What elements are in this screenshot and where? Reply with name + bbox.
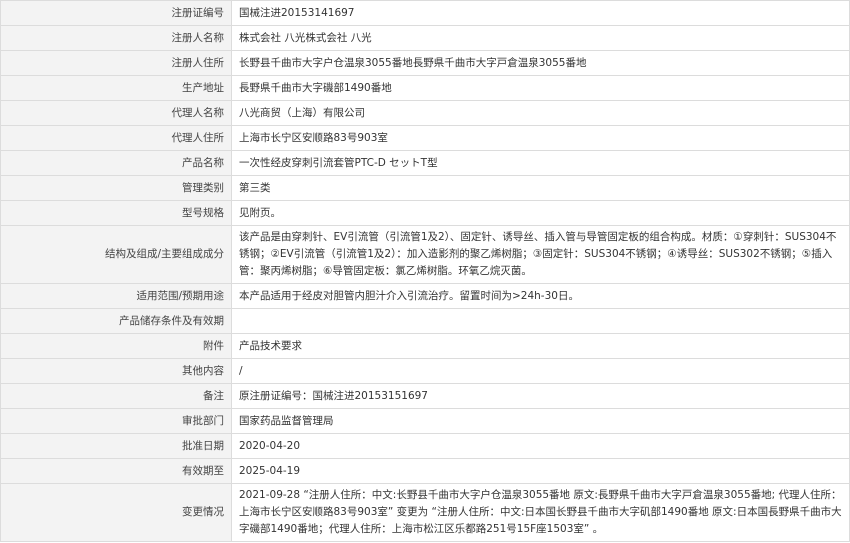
field-label: 代理人住所 <box>0 125 232 151</box>
row-other-content: 其他内容 / <box>0 358 850 384</box>
field-label: 结构及组成/主要组成成分 <box>0 225 232 284</box>
field-value: 八光商贸（上海）有限公司 <box>231 100 850 126</box>
field-value: 原注册证编号：国械注进20153151697 <box>231 383 850 409</box>
row-attachment: 附件 产品技术要求 <box>0 333 850 359</box>
row-structure-composition: 结构及组成/主要组成成分 该产品是由穿刺针、EV引流管（引流管1及2）、固定针、… <box>0 225 850 284</box>
field-value: 2021-09-28 “注册人住所：中文:长野县千曲市大字户仓温泉3055番地 … <box>231 483 850 542</box>
field-value: 上海市长宁区安顺路83号903室 <box>231 125 850 151</box>
field-value: 产品技术要求 <box>231 333 850 359</box>
field-value: 一次性经皮穿刺引流套管PTC-D セットT型 <box>231 150 850 176</box>
row-intended-use: 适用范围/预期用途 本产品适用于经皮对胆管内胆汁介入引流治疗。留置时间为>24h… <box>0 283 850 309</box>
row-production-address: 生产地址 長野県千曲市大字磯部1490番地 <box>0 75 850 101</box>
field-value <box>231 308 850 334</box>
field-value: 国家药品监督管理局 <box>231 408 850 434</box>
row-change-history: 变更情况 2021-09-28 “注册人住所：中文:长野县千曲市大字户仓温泉30… <box>0 483 850 542</box>
field-label: 代理人名称 <box>0 100 232 126</box>
field-label: 变更情况 <box>0 483 232 542</box>
field-value: 第三类 <box>231 175 850 201</box>
row-registration-number: 注册证编号 国械注进20153141697 <box>0 0 850 26</box>
field-value: 长野县千曲市大字户仓温泉3055番地長野県千曲市大字戸倉温泉3055番地 <box>231 50 850 76</box>
field-label: 审批部门 <box>0 408 232 434</box>
field-value: 国械注进20153141697 <box>231 0 850 26</box>
field-label: 附件 <box>0 333 232 359</box>
field-label: 注册证编号 <box>0 0 232 26</box>
field-label: 型号规格 <box>0 200 232 226</box>
field-label: 管理类别 <box>0 175 232 201</box>
row-remarks: 备注 原注册证编号：国械注进20153151697 <box>0 383 850 409</box>
row-management-category: 管理类别 第三类 <box>0 175 850 201</box>
field-label: 其他内容 <box>0 358 232 384</box>
field-value: 2020-04-20 <box>231 433 850 459</box>
field-label: 注册人名称 <box>0 25 232 51</box>
field-label: 适用范围/预期用途 <box>0 283 232 309</box>
field-label: 有效期至 <box>0 458 232 484</box>
row-model-spec: 型号规格 见附页。 <box>0 200 850 226</box>
field-label: 备注 <box>0 383 232 409</box>
row-valid-until: 有效期至 2025-04-19 <box>0 458 850 484</box>
row-storage-conditions: 产品储存条件及有效期 <box>0 308 850 334</box>
field-value: 株式会社 八光株式会社 八光 <box>231 25 850 51</box>
row-registrant-address: 注册人住所 长野县千曲市大字户仓温泉3055番地長野県千曲市大字戸倉温泉3055… <box>0 50 850 76</box>
field-value: 见附页。 <box>231 200 850 226</box>
field-label: 产品名称 <box>0 150 232 176</box>
field-value: / <box>231 358 850 384</box>
row-approval-date: 批准日期 2020-04-20 <box>0 433 850 459</box>
field-value: 長野県千曲市大字磯部1490番地 <box>231 75 850 101</box>
field-label: 注册人住所 <box>0 50 232 76</box>
row-product-name: 产品名称 一次性经皮穿刺引流套管PTC-D セットT型 <box>0 150 850 176</box>
field-value: 本产品适用于经皮对胆管内胆汁介入引流治疗。留置时间为>24h-30日。 <box>231 283 850 309</box>
field-label: 批准日期 <box>0 433 232 459</box>
field-value: 2025-04-19 <box>231 458 850 484</box>
field-label: 生产地址 <box>0 75 232 101</box>
row-agent-address: 代理人住所 上海市长宁区安顺路83号903室 <box>0 125 850 151</box>
field-label: 产品储存条件及有效期 <box>0 308 232 334</box>
row-agent-name: 代理人名称 八光商贸（上海）有限公司 <box>0 100 850 126</box>
field-value: 该产品是由穿刺针、EV引流管（引流管1及2）、固定针、诱导丝、插入管与导管固定板… <box>231 225 850 284</box>
registration-detail-table: 注册证编号 国械注进20153141697 注册人名称 株式会社 八光株式会社 … <box>0 0 850 542</box>
row-registrant-name: 注册人名称 株式会社 八光株式会社 八光 <box>0 25 850 51</box>
row-approval-department: 审批部门 国家药品监督管理局 <box>0 408 850 434</box>
